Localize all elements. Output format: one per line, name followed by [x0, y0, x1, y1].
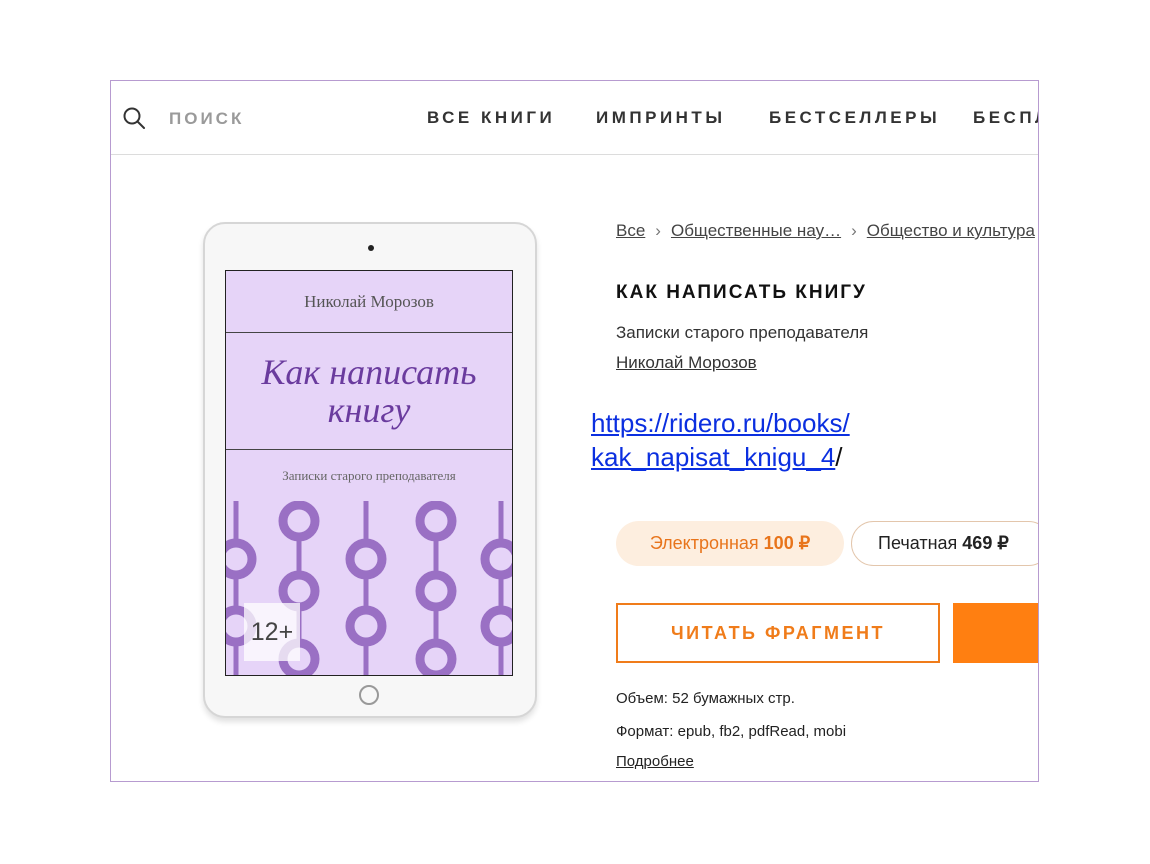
- breadcrumb-separator: ›: [655, 221, 661, 240]
- format-info: Формат: epub, fb2, pdfRead, mobi: [616, 723, 847, 740]
- electronic-price-option[interactable]: Электронная 100 ₽: [616, 521, 844, 566]
- book-title: КАК НАПИСАТЬ КНИГУ: [616, 282, 867, 303]
- search-icon[interactable]: [122, 106, 146, 130]
- book-subtitle: Записки старого преподавателя: [616, 323, 869, 342]
- electronic-price-label: Электронная: [649, 533, 759, 553]
- breadcrumb-separator: ›: [851, 221, 857, 240]
- book-url-trailing: /: [835, 442, 843, 472]
- book-cover[interactable]: Николай Морозов Как написать книгу Запис…: [225, 270, 513, 676]
- breadcrumb-all[interactable]: Все: [616, 221, 645, 240]
- cover-title: Как написать книгу: [226, 353, 512, 429]
- page-frame: ПОИСК ВСЕ КНИГИ ИМПРИНТЫ БЕСТСЕЛЛЕРЫ БЕС…: [110, 80, 1039, 782]
- nav-imprints[interactable]: ИМПРИНТЫ: [596, 108, 725, 128]
- search-input[interactable]: ПОИСК: [169, 109, 244, 129]
- nav-all-books[interactable]: ВСЕ КНИГИ: [427, 108, 555, 128]
- book-url: https://ridero.ru/books/ kak_napisat_kni…: [591, 406, 850, 474]
- breadcrumb-social-sciences[interactable]: Общественные нау…: [671, 221, 841, 240]
- volume-info: Объем: 52 бумажных стр.: [616, 690, 795, 707]
- read-fragment-button[interactable]: ЧИТАТЬ ФРАГМЕНТ: [616, 603, 940, 663]
- book-url-link-line2[interactable]: kak_napisat_knigu_4: [591, 442, 835, 472]
- print-price-label: Печатная: [878, 533, 958, 553]
- tablet-home-button: [359, 685, 379, 705]
- print-price-value: 469 ₽: [962, 533, 1009, 553]
- book-url-link-line1[interactable]: https://ridero.ru/books/: [591, 408, 850, 438]
- age-rating-badge: 12+: [244, 603, 300, 661]
- cover-author: Николай Морозов: [304, 292, 434, 311]
- more-details-link[interactable]: Подробнее: [616, 753, 694, 770]
- top-navigation: ПОИСК ВСЕ КНИГИ ИМПРИНТЫ БЕСТСЕЛЛЕРЫ БЕС…: [111, 81, 1038, 155]
- tablet-mockup: Николай Морозов Как написать книгу Запис…: [203, 222, 537, 718]
- nav-bestsellers[interactable]: БЕСТСЕЛЛЕРЫ: [769, 108, 940, 128]
- nav-free[interactable]: БЕСПЛ: [973, 108, 1038, 128]
- breadcrumb-society-culture[interactable]: Общество и культура: [867, 221, 1035, 240]
- cover-title-line1: Как написать: [261, 352, 477, 392]
- print-price-option[interactable]: Печатная 469 ₽: [851, 521, 1038, 566]
- cover-subtitle: Записки старого преподавателя: [282, 468, 456, 483]
- electronic-price-value: 100 ₽: [763, 533, 811, 553]
- tablet-camera: [368, 245, 374, 251]
- buy-button[interactable]: [953, 603, 1038, 663]
- author-link[interactable]: Николай Морозов: [616, 353, 757, 373]
- cover-title-line2: книгу: [327, 390, 411, 430]
- breadcrumb: Все › Общественные нау… › Общество и культур…: [616, 221, 1035, 241]
